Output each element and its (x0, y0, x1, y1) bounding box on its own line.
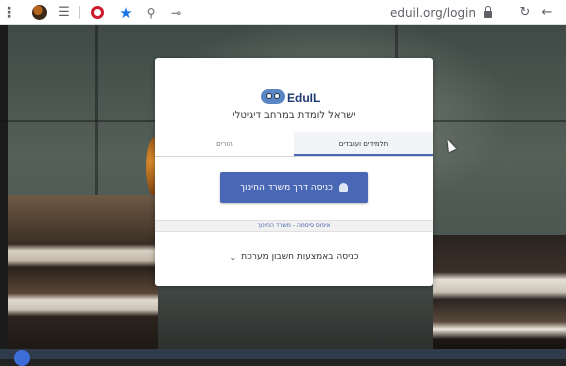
back-arrow-icon[interactable]: ← (536, 5, 558, 20)
tab-students-staff[interactable]: תלמידים ועובדים (294, 132, 433, 156)
book-stack-right (433, 235, 566, 359)
toolbar-divider (79, 6, 80, 19)
taskbar-avatar[interactable] (14, 350, 30, 366)
owl-eyes-icon (261, 89, 285, 104)
password-reset-link[interactable]: איפוס סיסמה - משרד החינוך (155, 220, 433, 232)
omnibox[interactable]: eduil.org/login ↻ ← (390, 0, 558, 25)
reader-glyph: ☰ (58, 5, 70, 20)
url-text[interactable]: eduil.org/login (390, 6, 476, 20)
opera-extension-icon[interactable] (88, 0, 106, 25)
eduil-logo: EduIL (261, 84, 331, 104)
ministry-login-button[interactable]: כניסה דרך משרד החינוך (220, 172, 368, 203)
ministry-login-label: כניסה דרך משרד החינוך (240, 182, 333, 193)
ministry-icon (338, 183, 348, 192)
star-icon[interactable]: ★ (117, 0, 135, 25)
reload-icon[interactable]: ↻ (514, 5, 536, 20)
chevron-down-icon: ⌄ (229, 252, 237, 262)
search-glyph: ⚲ (146, 5, 156, 20)
avatar-extension-icon[interactable] (30, 0, 48, 25)
system-account-login-label: כניסה באמצעות חשבון מערכת (241, 252, 359, 262)
scene-edge (0, 25, 8, 359)
reader-mode-icon[interactable]: ☰ (55, 0, 73, 25)
kebab-menu-icon[interactable]: ⋮ (2, 0, 16, 25)
tab-parents[interactable]: הורים (155, 132, 294, 156)
login-tabs: הורים תלמידים ועובדים (155, 132, 433, 157)
book-stack-left (8, 195, 158, 359)
login-card: EduIL ישראל לומדת במרחב דיגיטלי הורים תל… (155, 58, 433, 286)
browser-toolbar: ⋮ ☰ ★ ⚲ ⊸ eduil.org/login ↻ ← (0, 0, 566, 25)
bottom-strip (0, 349, 566, 359)
star-glyph: ★ (119, 3, 133, 22)
lock-icon[interactable] (484, 5, 492, 18)
tagline: ישראל לומדת במרחב דיגיטלי (232, 110, 356, 121)
key-icon[interactable]: ⊸ (167, 0, 185, 25)
search-icon[interactable]: ⚲ (142, 0, 160, 25)
kebab-glyph: ⋮ (2, 4, 16, 21)
key-glyph: ⊸ (170, 5, 182, 20)
logo-text: EduIL (287, 91, 321, 105)
system-account-login[interactable]: ⌄ כניסה באמצעות חשבון מערכת (155, 252, 433, 262)
